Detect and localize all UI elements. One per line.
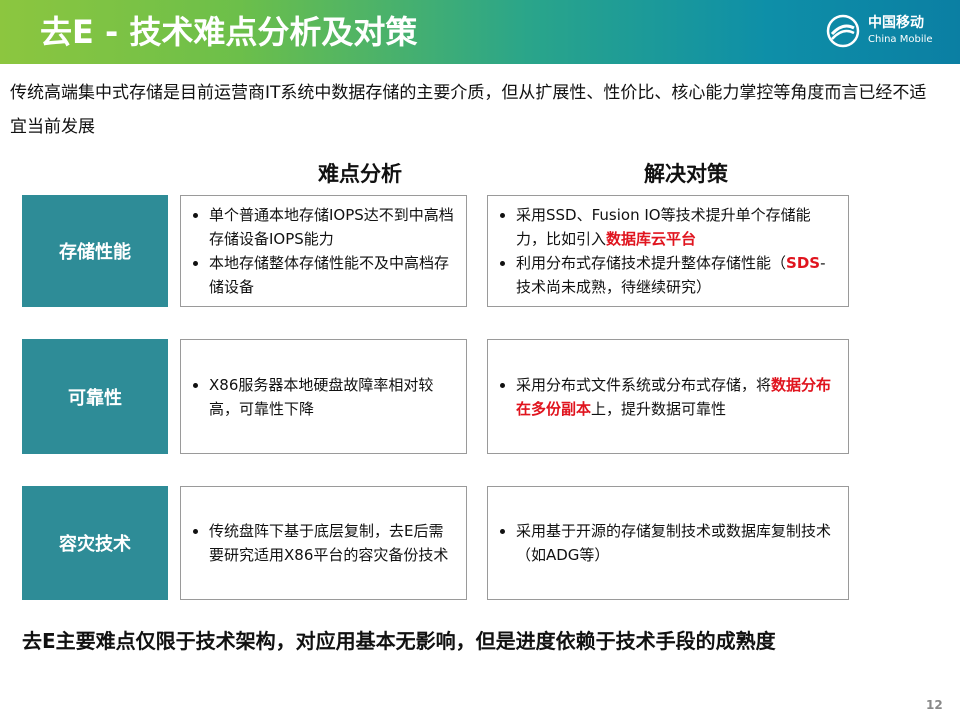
analysis-cell-storage-performance: 单个普通本地存储IOPS达不到中高档存储设备IOPS能力 本地存储整体存储性能不… bbox=[180, 195, 467, 307]
solution-text: 利用分布式存储技术提升整体存储性能（ bbox=[516, 254, 787, 272]
logo-english-text: China Mobile bbox=[868, 34, 933, 45]
china-mobile-logo: 中国移动 China Mobile bbox=[826, 12, 946, 52]
analysis-point: 单个普通本地存储IOPS达不到中高档存储设备IOPS能力 bbox=[209, 203, 458, 251]
row-label-storage-performance: 存储性能 bbox=[22, 195, 168, 307]
analysis-point: X86服务器本地硬盘故障率相对较高，可靠性下降 bbox=[209, 373, 458, 421]
analysis-cell-disaster-recovery: 传统盘阵下基于底层复制，去E后需要研究适用X86平台的容灾备份技术 bbox=[180, 486, 467, 600]
solution-cell-disaster-recovery: 采用基于开源的存储复制技术或数据库复制技术（如ADG等） bbox=[487, 486, 849, 600]
solution-text: 采用基于开源的存储复制技术或数据库复制技术（如ADG等） bbox=[516, 522, 832, 564]
solution-point: 采用SSD、Fusion IO等技术提升单个存储能力，比如引入数据库云平台 bbox=[516, 203, 840, 251]
solution-text: 上，提升数据可靠性 bbox=[591, 399, 727, 418]
logo-chinese-text: 中国移动 bbox=[868, 15, 924, 31]
analysis-point: 传统盘阵下基于底层复制，去E后需要研究适用X86平台的容灾备份技术 bbox=[209, 519, 458, 567]
conclusion-text: 去E主要难点仅限于技术架构，对应用基本无影响，但是进度依赖于技术手段的成熟度 bbox=[22, 629, 776, 653]
highlight-text: 数据库云平台 bbox=[606, 230, 697, 248]
page-title: 去E - 技术难点分析及对策 bbox=[40, 13, 418, 51]
solution-point: 采用分布式文件系统或分布式存储，将数据分布在多份副本上，提升数据可靠性 bbox=[516, 373, 840, 421]
solution-cell-reliability: 采用分布式文件系统或分布式存储，将数据分布在多份副本上，提升数据可靠性 bbox=[487, 339, 849, 454]
solution-text: 采用分布式文件系统或分布式存储，将 bbox=[516, 375, 772, 394]
intro-paragraph: 传统高端集中式存储是目前运营商IT系统中数据存储的主要介质，但从扩展性、性价比、… bbox=[10, 83, 927, 137]
solution-column-heading: 解决对策 bbox=[644, 162, 728, 186]
highlight-text: SDS bbox=[786, 254, 821, 272]
analysis-point: 本地存储整体存储性能不及中高档存储设备 bbox=[209, 251, 458, 299]
analysis-cell-reliability: X86服务器本地硬盘故障率相对较高，可靠性下降 bbox=[180, 339, 467, 454]
page-number: 12 bbox=[926, 698, 943, 712]
solution-cell-storage-performance: 采用SSD、Fusion IO等技术提升单个存储能力，比如引入数据库云平台 利用… bbox=[487, 195, 849, 307]
row-label-reliability: 可靠性 bbox=[22, 339, 168, 454]
row-label-disaster-recovery: 容灾技术 bbox=[22, 486, 168, 600]
analysis-column-heading: 难点分析 bbox=[318, 162, 402, 186]
solution-point: 采用基于开源的存储复制技术或数据库复制技术（如ADG等） bbox=[516, 519, 840, 567]
title-banner: 去E - 技术难点分析及对策 中国移动 China Mobile bbox=[0, 0, 960, 64]
solution-point: 利用分布式存储技术提升整体存储性能（SDS- 技术尚未成熟，待继续研究） bbox=[516, 251, 840, 299]
china-mobile-logo-icon bbox=[826, 14, 860, 48]
